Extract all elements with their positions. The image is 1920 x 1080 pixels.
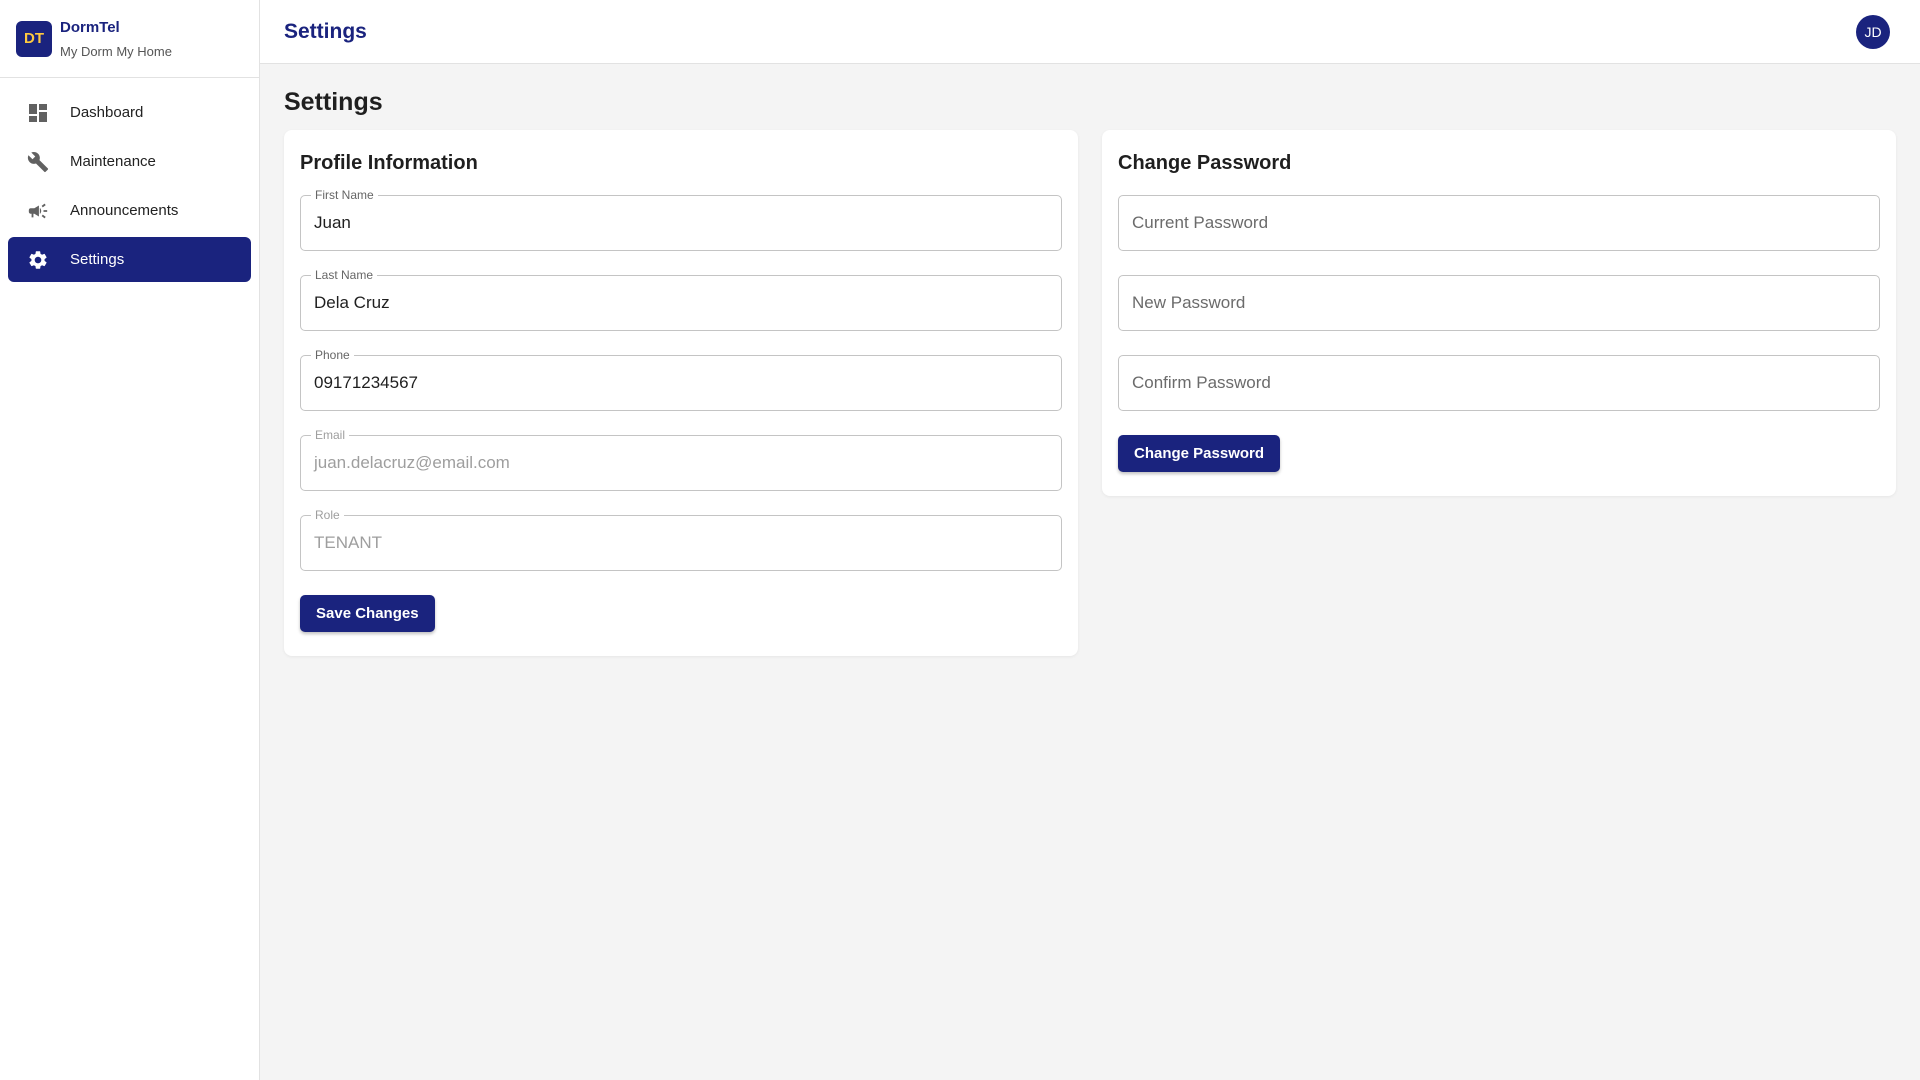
sidebar-nav: Dashboard Maintenance Announcements Sett… xyxy=(0,78,259,298)
sidebar-item-label: Dashboard xyxy=(70,104,144,121)
confirm-password-field[interactable]: Confirm Password xyxy=(1118,355,1880,411)
sidebar-item-label: Announcements xyxy=(70,202,179,219)
brand-logo: DT xyxy=(16,20,52,57)
sidebar-item-maintenance[interactable]: Maintenance xyxy=(8,139,251,184)
field-value: juan.delacruz@email.com xyxy=(314,453,510,472)
profile-card: Profile Information First Name Juan Last… xyxy=(284,130,1078,656)
profile-card-title: Profile Information xyxy=(300,152,478,174)
dashboard-icon xyxy=(26,101,50,125)
field-value: TENANT xyxy=(314,533,382,552)
field-value: Juan xyxy=(314,213,351,232)
field-label: Email xyxy=(311,428,350,442)
save-changes-button[interactable]: Save Changes xyxy=(300,595,435,632)
sidebar-item-settings[interactable]: Settings xyxy=(8,237,251,282)
field-label: First Name xyxy=(311,188,378,202)
field-value: 09171234567 xyxy=(314,373,419,392)
sidebar-item-announcements[interactable]: Announcements xyxy=(8,188,251,233)
field-label: Role xyxy=(311,508,344,522)
cards: Profile Information First Name Juan Last… xyxy=(284,130,1896,656)
brand-name: DormTel xyxy=(60,18,120,36)
password-card: Change Password Current Password New Pas… xyxy=(1102,130,1896,496)
header-title: Settings xyxy=(284,19,367,43)
avatar[interactable]: JD xyxy=(1856,14,1890,49)
role-field: Role TENANT xyxy=(300,508,1062,571)
field-placeholder: Confirm Password xyxy=(1132,373,1271,392)
sidebar-item-dashboard[interactable]: Dashboard xyxy=(8,90,251,135)
gear-icon xyxy=(26,248,50,272)
wrench-icon xyxy=(26,150,50,174)
field-placeholder: New Password xyxy=(1132,293,1246,312)
email-field: Email juan.delacruz@email.com xyxy=(300,428,1062,491)
field-placeholder: Current Password xyxy=(1132,213,1269,232)
new-password-field[interactable]: New Password xyxy=(1118,275,1880,331)
field-label: Last Name xyxy=(311,268,378,282)
change-password-button[interactable]: Change Password xyxy=(1118,435,1281,472)
megaphone-icon xyxy=(26,199,50,223)
phone-field[interactable]: Phone 09171234567 xyxy=(300,348,1062,411)
main-content: Settings Profile Information First Name … xyxy=(284,88,1896,656)
current-password-field[interactable]: Current Password xyxy=(1118,195,1880,251)
last-name-field[interactable]: Last Name Dela Cruz xyxy=(300,268,1062,331)
brand-text: DormTel My Dorm My Home xyxy=(60,19,172,59)
top-bar: Settings JD xyxy=(260,0,1920,64)
sidebar: DT DormTel My Dorm My Home Dashboard Mai… xyxy=(0,0,260,1080)
sidebar-item-label: Settings xyxy=(70,251,125,268)
page-title: Settings xyxy=(284,88,383,116)
sidebar-item-label: Maintenance xyxy=(70,153,156,170)
brand[interactable]: DT DormTel My Dorm My Home xyxy=(0,0,259,78)
password-card-title: Change Password xyxy=(1118,152,1292,174)
field-value: Dela Cruz xyxy=(314,293,390,312)
first-name-field[interactable]: First Name Juan xyxy=(300,188,1062,251)
brand-tagline: My Dorm My Home xyxy=(60,43,172,59)
field-label: Phone xyxy=(311,348,354,362)
